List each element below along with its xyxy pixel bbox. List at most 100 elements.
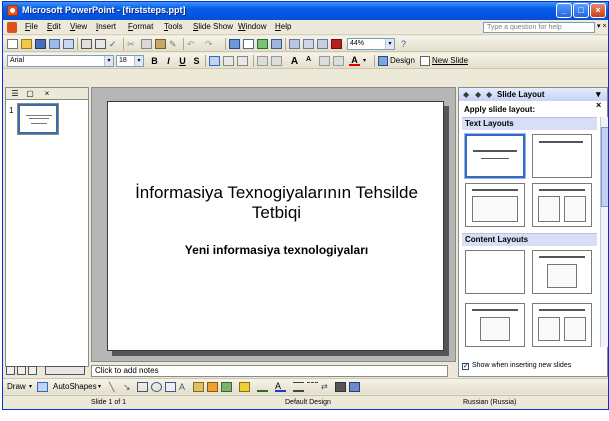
autoshapes-menu-button[interactable]: AutoShapes: [53, 382, 97, 391]
bold-icon[interactable]: B: [149, 56, 160, 66]
wordart-icon[interactable]: A: [179, 382, 190, 392]
normal-view-icon[interactable]: [6, 366, 15, 375]
design-icon[interactable]: [378, 56, 388, 66]
design-button-label[interactable]: Design: [390, 56, 415, 65]
permission-icon[interactable]: [49, 39, 60, 49]
numbering-icon[interactable]: [257, 56, 268, 66]
task-pane-title[interactable]: Slide Layout: [497, 90, 545, 99]
menu-file[interactable]: File: [25, 22, 38, 31]
layout-two-column-text[interactable]: [532, 183, 592, 227]
draw-menu-button[interactable]: Draw: [7, 382, 26, 391]
forward-arrow-icon[interactable]: ◆: [475, 90, 481, 99]
new-slide-button-label[interactable]: New Slide: [432, 56, 468, 65]
slide-title[interactable]: İnformasiya Texnogiyalarının Tehsilde Te…: [118, 183, 435, 223]
font-color-icon[interactable]: A: [349, 56, 360, 66]
scrollbar-thumb[interactable]: [601, 127, 608, 207]
shadow-style-icon[interactable]: [335, 382, 346, 392]
menu-slide-show[interactable]: Slide Show: [193, 22, 233, 31]
color-grayscale-icon[interactable]: [331, 39, 342, 49]
zoom-combo[interactable]: 44% ▾: [347, 38, 395, 50]
select-objects-icon[interactable]: [37, 382, 48, 392]
font-color-icon[interactable]: A: [275, 382, 286, 392]
oval-icon[interactable]: [151, 382, 162, 392]
outline-tab-icon[interactable]: ☰: [9, 89, 21, 99]
chevron-down-icon[interactable]: ▾: [104, 56, 113, 66]
maximize-button[interactable]: □: [573, 3, 589, 18]
open-icon[interactable]: [21, 39, 32, 49]
italic-icon[interactable]: I: [163, 56, 174, 66]
notes-pane[interactable]: Click to add notes: [91, 365, 448, 377]
increase-font-size-icon[interactable]: A: [289, 56, 300, 67]
chevron-down-icon[interactable]: ▾: [98, 382, 109, 392]
layout-content[interactable]: [532, 250, 592, 294]
task-pane-scrollbar[interactable]: [600, 117, 608, 347]
line-color-icon[interactable]: [257, 382, 268, 392]
paste-icon[interactable]: [155, 39, 166, 49]
help-dropdown-icon[interactable]: ▾ ×: [597, 22, 607, 30]
copy-icon[interactable]: [141, 39, 152, 49]
slide-subtitle[interactable]: Yeni informasiya texnologiyaları: [118, 243, 435, 257]
show-formatting-icon[interactable]: [303, 39, 314, 49]
close-icon[interactable]: ▾ ×: [596, 89, 607, 110]
menu-help[interactable]: Help: [275, 22, 291, 31]
show-on-insert-checkbox[interactable]: ✓: [462, 363, 469, 370]
document-icon[interactable]: [7, 22, 17, 33]
layout-title-and-content[interactable]: [465, 303, 525, 347]
line-icon[interactable]: ╲: [109, 382, 120, 392]
help-icon[interactable]: ?: [401, 39, 412, 49]
layout-blank[interactable]: [465, 250, 525, 294]
help-question-input[interactable]: Type a question for help: [483, 22, 595, 33]
print-preview-icon[interactable]: [95, 39, 106, 49]
align-center-icon[interactable]: [223, 56, 234, 66]
horizontal-scrollbar[interactable]: [45, 366, 85, 375]
layout-title-slide[interactable]: [464, 133, 526, 179]
slides-tab-icon[interactable]: ▢: [24, 89, 36, 99]
text-box-icon[interactable]: [165, 382, 176, 392]
menu-tools[interactable]: Tools: [164, 22, 183, 31]
menu-window[interactable]: Window: [238, 22, 266, 31]
increase-indent-icon[interactable]: [333, 56, 344, 66]
home-icon[interactable]: ◆: [486, 90, 492, 99]
chevron-down-icon[interactable]: ▾: [385, 39, 394, 49]
clip-art-icon[interactable]: [207, 382, 218, 392]
diagram-icon[interactable]: [193, 382, 204, 392]
cut-icon[interactable]: ✂: [127, 39, 138, 49]
bullets-icon[interactable]: [271, 56, 282, 66]
tables-borders-icon[interactable]: [257, 39, 268, 49]
layout-two-content[interactable]: [532, 303, 592, 347]
insert-hyperlink-icon[interactable]: [271, 39, 282, 49]
align-right-icon[interactable]: [237, 56, 248, 66]
minimize-button[interactable]: _: [556, 3, 572, 18]
picture-icon[interactable]: [221, 382, 232, 392]
font-combo[interactable]: Arial ▾: [7, 55, 114, 67]
new-slide-icon[interactable]: [420, 56, 430, 66]
email-icon[interactable]: [63, 39, 74, 49]
title-bar[interactable]: Microsoft PowerPoint - [firststeps.ppt] …: [3, 2, 608, 20]
spelling-icon[interactable]: ✓: [109, 39, 120, 49]
fill-color-icon[interactable]: [239, 382, 250, 392]
layout-title-only[interactable]: [532, 134, 592, 178]
slide-thumbnail[interactable]: [17, 103, 59, 135]
decrease-indent-icon[interactable]: [319, 56, 330, 66]
insert-chart-icon[interactable]: [229, 39, 240, 49]
format-painter-icon[interactable]: ✎: [169, 39, 180, 49]
slide-canvas[interactable]: İnformasiya Texnogiyalarının Tehsilde Te…: [107, 101, 444, 351]
rectangle-icon[interactable]: [137, 382, 148, 392]
save-icon[interactable]: [35, 39, 46, 49]
insert-table-icon[interactable]: [243, 39, 254, 49]
close-pane-icon[interactable]: ×: [42, 89, 52, 99]
dash-style-icon[interactable]: [307, 382, 318, 392]
slide-show-view-icon[interactable]: [28, 366, 37, 375]
3d-style-icon[interactable]: [349, 382, 360, 392]
menu-view[interactable]: View: [70, 22, 87, 31]
new-icon[interactable]: [7, 39, 18, 49]
menu-edit[interactable]: Edit: [47, 22, 61, 31]
chevron-down-icon[interactable]: ▾: [134, 56, 143, 66]
line-style-icon[interactable]: [293, 382, 304, 392]
back-arrow-icon[interactable]: ◆: [463, 90, 469, 99]
print-icon[interactable]: [81, 39, 92, 49]
undo-icon[interactable]: ↶: [187, 39, 198, 49]
show-grid-icon[interactable]: [317, 39, 328, 49]
slide-sorter-view-icon[interactable]: [17, 366, 26, 375]
redo-icon[interactable]: ↷: [205, 39, 216, 49]
